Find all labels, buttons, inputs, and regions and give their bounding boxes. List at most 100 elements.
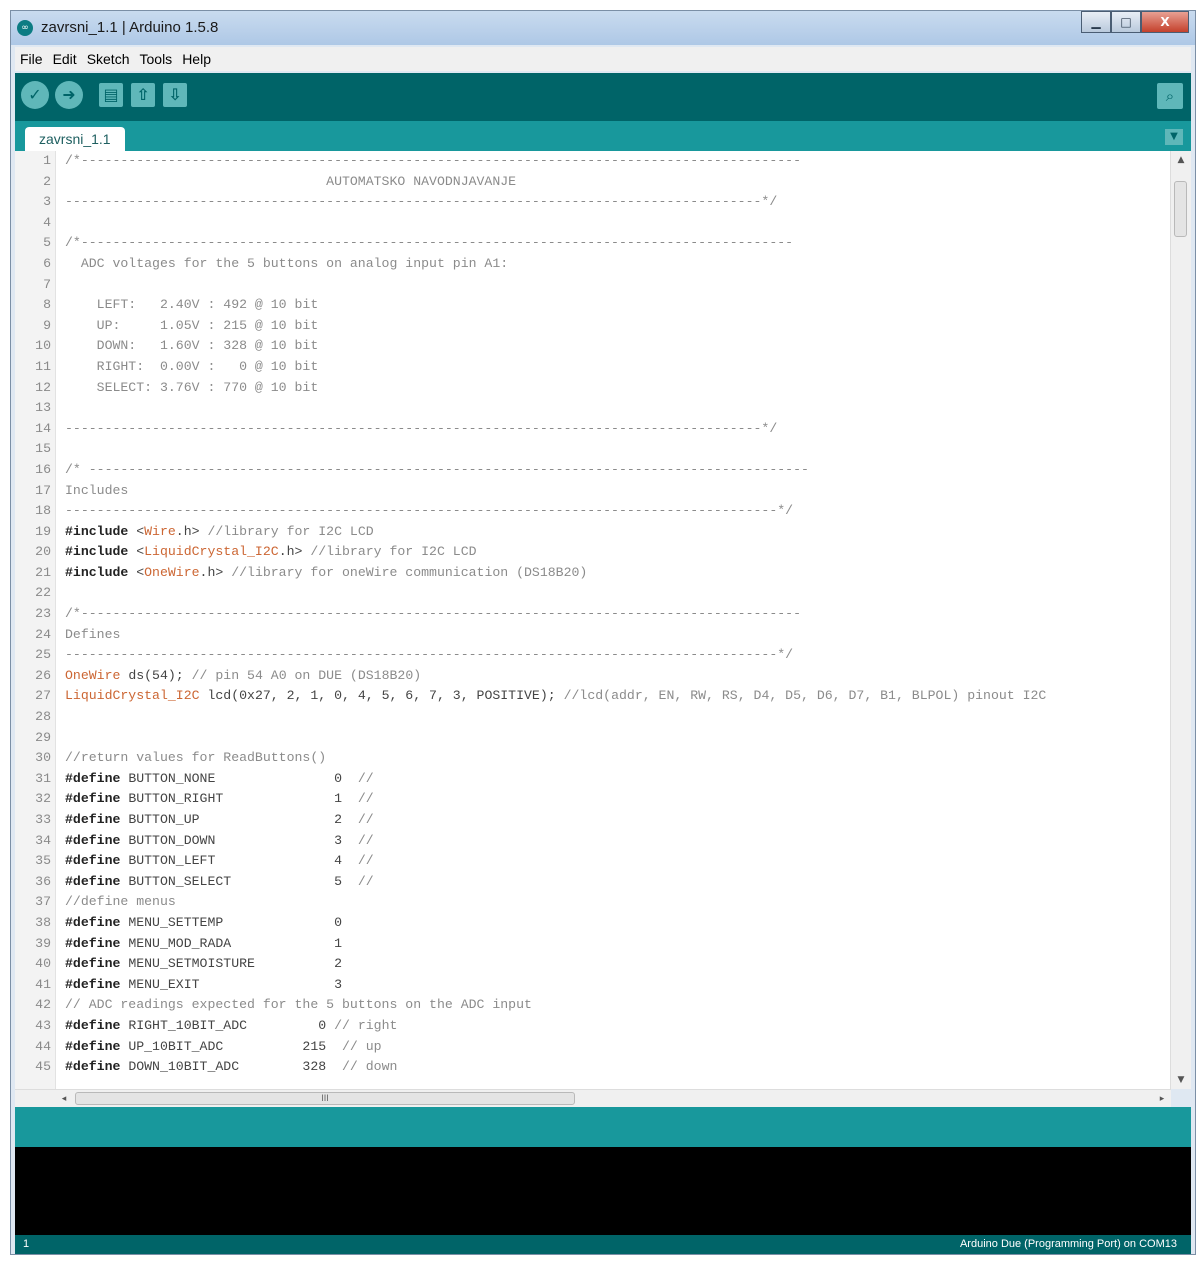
line-code: #define BUTTON_LEFT 4 // — [65, 851, 374, 872]
code-line[interactable]: 21 #include <OneWire.h> //library for one… — [15, 563, 1165, 584]
code-line[interactable]: 44 #define UP_10BIT_ADC 215 // up — [15, 1037, 1165, 1058]
code-line[interactable]: 22 — [15, 583, 1165, 604]
line-number: 44 — [35, 1038, 51, 1054]
code-line[interactable]: 4 — [15, 213, 1165, 234]
line-number: 13 — [35, 400, 51, 416]
scroll-up-icon[interactable]: ▲ — [1171, 151, 1191, 169]
maximize-button[interactable]: □ — [1111, 11, 1141, 33]
menu-edit[interactable]: Edit — [48, 51, 82, 67]
message-area — [15, 1107, 1191, 1147]
code-editor[interactable]: 1 /*-------------------------------------… — [15, 151, 1191, 1089]
tab-bar: zavrsni_1.1 ▼ — [15, 121, 1191, 151]
code-line[interactable]: 38 #define MENU_SETTEMP 0 — [15, 913, 1165, 934]
upload-button[interactable]: ➜ — [55, 81, 83, 109]
code-line[interactable]: 36 #define BUTTON_SELECT 5 // — [15, 872, 1165, 893]
code-line[interactable]: 10 DOWN: 1.60V : 328 @ 10 bit — [15, 336, 1165, 357]
code-keyword: #include — [65, 564, 129, 580]
vertical-scrollbar[interactable]: ▲ ▼ — [1170, 151, 1191, 1089]
line-code: AUTOMATSKO NAVODNJAVANJE — [65, 172, 516, 193]
menu-tools[interactable]: Tools — [135, 51, 178, 67]
title-bar[interactable]: ∞ zavrsni_1.1 | Arduino 1.5.8 ▁ □ X — [11, 11, 1195, 45]
horizontal-scrollbar[interactable]: ◂ III ▸ — [15, 1089, 1171, 1108]
code-line[interactable]: 11 RIGHT: 0.00V : 0 @ 10 bit — [15, 357, 1165, 378]
code-line[interactable]: 45 #define DOWN_10BIT_ADC 328 // down — [15, 1057, 1165, 1078]
code-comment: // right — [334, 1017, 398, 1033]
code-line[interactable]: 1 /*-------------------------------------… — [15, 151, 1165, 172]
serial-monitor-button[interactable]: ⌕ — [1157, 83, 1183, 109]
code-comment: // — [357, 791, 374, 807]
new-button[interactable]: ▤ — [99, 83, 123, 107]
line-code: #include <OneWire.h> //library for oneWi… — [65, 563, 587, 584]
code-line[interactable]: 20 #include <LiquidCrystal_I2C.h> //libra… — [15, 542, 1165, 563]
code-line[interactable]: 14 --------------------------------------… — [15, 419, 1165, 440]
line-code: #define BUTTON_DOWN 3 // — [65, 831, 374, 852]
line-code: #define UP_10BIT_ADC 215 // up — [65, 1037, 382, 1058]
code-line[interactable]: 18 --------------------------------------… — [15, 501, 1165, 522]
code-comment: // — [357, 812, 374, 827]
code-line[interactable]: 9 UP: 1.05V : 215 @ 10 bit — [15, 316, 1165, 337]
code-text: MENU_SETTEMP 0 — [120, 914, 342, 930]
line-number: 38 — [35, 914, 51, 930]
verify-button[interactable]: ✓ — [21, 81, 49, 109]
code-line[interactable]: 39 #define MENU_MOD_RADA 1 — [15, 934, 1165, 955]
code-text: MENU_MOD_RADA 1 — [120, 935, 342, 951]
code-line[interactable]: 7 — [15, 275, 1165, 296]
code-line[interactable]: 16 /* -----------------------------------… — [15, 460, 1165, 481]
code-comment: // pin 54 A0 on DUE (DS18B20) — [191, 667, 422, 683]
code-line[interactable]: 37 //define menus — [15, 892, 1165, 913]
code-line[interactable]: 43 #define RIGHT_10BIT_ADC 0 // right — [15, 1016, 1165, 1037]
line-number: 27 — [35, 688, 51, 704]
code-line[interactable]: 40 #define MENU_SETMOISTURE 2 — [15, 954, 1165, 975]
code-line[interactable]: 5 /*-------------------------------------… — [15, 233, 1165, 254]
code-line[interactable]: 23 /*------------------------------------… — [15, 604, 1165, 625]
code-line[interactable]: 33 #define BUTTON_UP 2 // — [15, 810, 1165, 831]
code-line[interactable]: 31 #define BUTTON_NONE 0 // — [15, 769, 1165, 790]
code-line[interactable]: 8 LEFT: 2.40V : 492 @ 10 bit — [15, 295, 1165, 316]
code-line[interactable]: 29 — [15, 728, 1165, 749]
code-comment: //return values for ReadButtons() — [65, 750, 327, 766]
code-line[interactable]: 26 OneWire ds(54); // pin 54 A0 on DUE (D… — [15, 666, 1165, 687]
code-line[interactable]: 12 SELECT: 3.76V : 770 @ 10 bit — [15, 378, 1165, 399]
minimize-button[interactable]: ▁ — [1081, 11, 1111, 33]
save-button[interactable]: ⇩ — [163, 83, 187, 107]
code-line[interactable]: 13 — [15, 398, 1165, 419]
code-line[interactable]: 35 #define BUTTON_LEFT 4 // — [15, 851, 1165, 872]
line-number: 36 — [35, 873, 51, 889]
code-keyword: #define — [65, 976, 121, 992]
line-code: LEFT: 2.40V : 492 @ 10 bit — [65, 295, 319, 316]
code-line[interactable]: 34 #define BUTTON_DOWN 3 // — [15, 831, 1165, 852]
code-line[interactable]: 2 AUTOMATSKO NAVODNJAVANJE — [15, 172, 1165, 193]
console-output[interactable] — [15, 1147, 1191, 1235]
code-text: .h> — [175, 523, 208, 539]
horizontal-scroll-thumb[interactable]: III — [75, 1092, 575, 1105]
code-line[interactable]: 41 #define MENU_EXIT 3 — [15, 975, 1165, 996]
code-comment: /*--------------------------------------… — [65, 606, 801, 622]
code-line[interactable]: 25 --------------------------------------… — [15, 645, 1165, 666]
scroll-down-icon[interactable]: ▼ — [1171, 1071, 1191, 1089]
code-line[interactable]: 24 Defines — [15, 625, 1165, 646]
menu-file[interactable]: File — [15, 51, 48, 67]
code-line[interactable]: 28 — [15, 707, 1165, 728]
code-line[interactable]: 17 Includes — [15, 481, 1165, 502]
code-comment: // — [357, 770, 374, 786]
code-comment: LEFT: 2.40V : 492 @ 10 bit — [65, 297, 319, 313]
line-number: 10 — [35, 338, 51, 354]
tab-sketch[interactable]: zavrsni_1.1 — [25, 127, 125, 151]
vertical-scroll-thumb[interactable] — [1174, 181, 1187, 237]
code-line[interactable]: 19 #include <Wire.h> //library for I2C LC… — [15, 522, 1165, 543]
code-line[interactable]: 42 // ADC readings expected for the 5 but… — [15, 995, 1165, 1016]
code-line[interactable]: 3 ---------------------------------------… — [15, 192, 1165, 213]
scroll-left-icon[interactable]: ◂ — [55, 1090, 73, 1108]
code-text: < — [128, 523, 145, 539]
close-button[interactable]: X — [1141, 11, 1189, 33]
code-line[interactable]: 30 //return values for ReadButtons() — [15, 748, 1165, 769]
code-line[interactable]: 15 — [15, 439, 1165, 460]
open-button[interactable]: ⇧ — [131, 83, 155, 107]
code-line[interactable]: 6 ADC voltages for the 5 buttons on anal… — [15, 254, 1165, 275]
menu-help[interactable]: Help — [177, 51, 216, 67]
tab-menu-button[interactable]: ▼ — [1165, 129, 1183, 145]
code-line[interactable]: 32 #define BUTTON_RIGHT 1 // — [15, 789, 1165, 810]
scroll-right-icon[interactable]: ▸ — [1153, 1090, 1171, 1108]
code-line[interactable]: 27 LiquidCrystal_I2C lcd(0x27, 2, 1, 0, 4… — [15, 686, 1165, 707]
menu-sketch[interactable]: Sketch — [82, 51, 135, 67]
